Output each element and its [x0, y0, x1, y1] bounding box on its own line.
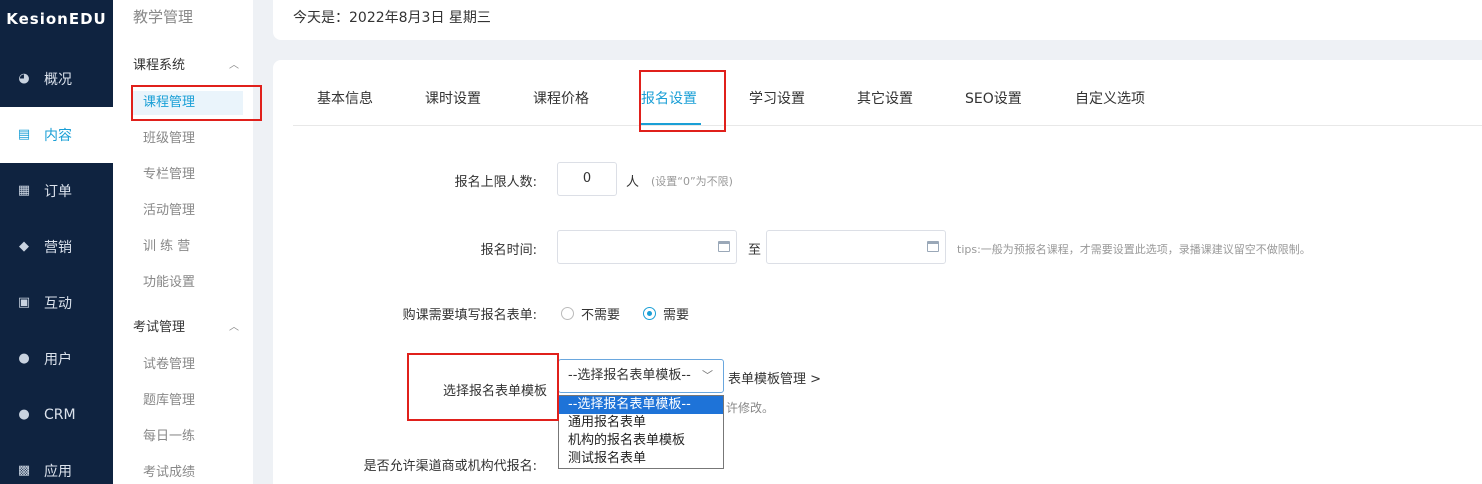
chevron-up-icon: ︿	[229, 59, 239, 71]
dropdown-option[interactable]: 测试报名表单	[559, 450, 723, 468]
calendar-icon	[718, 241, 730, 252]
dashboard-icon: ◕	[18, 71, 30, 86]
submenu-item-training-camp[interactable]: 训 练 营	[133, 235, 243, 259]
nav-label: 用户	[44, 352, 72, 368]
submenu-item-column-manage[interactable]: 专栏管理	[133, 163, 243, 187]
user-icon: ●	[18, 351, 30, 366]
dropdown-option[interactable]: --选择报名表单模板--	[559, 396, 723, 414]
radio-circle-checked	[643, 307, 656, 320]
tab-basic-info[interactable]: 基本信息	[317, 88, 373, 108]
apps-icon: ▩	[17, 463, 31, 478]
document-icon: ▤	[17, 127, 31, 142]
template-manage-link[interactable]: 表单模板管理 >	[728, 368, 821, 387]
submenu-title: 教学管理	[133, 8, 194, 26]
radio-circle	[561, 307, 574, 320]
group-course-system[interactable]: 课程系统 ︿	[133, 51, 239, 75]
chevron-down-icon: ﹀	[702, 369, 713, 382]
limit-note: (设置“0”为不限)	[651, 175, 733, 188]
nav-label: CRM	[44, 407, 76, 423]
tab-course-price[interactable]: 课程价格	[533, 88, 589, 108]
nav-item-content[interactable]: ▤ 内容	[0, 107, 113, 163]
order-icon: ▦	[17, 183, 31, 198]
dropdown-option[interactable]: 通用报名表单	[559, 414, 723, 432]
dropdown-option[interactable]: 机构的报名表单模板	[559, 432, 723, 450]
top-bar: 今天是：2022年8月3日 星期三	[273, 0, 1482, 40]
nav-label: 营销	[44, 240, 72, 256]
brand-logo: KesionEDU	[6, 10, 107, 28]
annotation-box-template-label	[407, 353, 559, 421]
nav-item-apps[interactable]: ▩ 应用	[0, 443, 113, 484]
nav-item-orders[interactable]: ▦ 订单	[0, 163, 113, 219]
nav-label: 订单	[44, 184, 72, 200]
radio-required[interactable]: 需要	[643, 304, 689, 323]
limit-unit: 人	[626, 175, 640, 190]
nav-item-crm[interactable]: ● CRM	[0, 387, 113, 443]
channel-label: 是否允许渠道商或机构代报名:	[363, 459, 537, 474]
annotation-box-enroll-tab	[639, 70, 726, 132]
tab-custom-options[interactable]: 自定义选项	[1075, 88, 1145, 108]
nav-label: 内容	[44, 128, 72, 144]
time-tips: tips:一般为预报名课程，才需要设置此选项，录播课建议留空不做限制。	[957, 243, 1311, 256]
annotation-box-course-manage	[131, 85, 262, 121]
submenu-item-daily-practice[interactable]: 每日一练	[133, 425, 243, 449]
limit-input[interactable]: 0	[557, 162, 617, 196]
nav-label: 应用	[44, 464, 72, 480]
submenu-item-activity-manage[interactable]: 活动管理	[133, 199, 243, 223]
need-form-label: 购课需要填写报名表单:	[402, 308, 537, 323]
crm-icon: ●	[18, 407, 30, 422]
nav-item-interaction[interactable]: ▣ 互动	[0, 275, 113, 331]
submenu-item-feature-settings[interactable]: 功能设置	[133, 271, 243, 295]
submenu-item-question-bank[interactable]: 题库管理	[133, 389, 243, 413]
radio-not-required[interactable]: 不需要	[561, 304, 620, 323]
nav-label: 互动	[44, 296, 72, 312]
nav-item-overview[interactable]: ◕ 概况	[0, 51, 113, 107]
start-date-input[interactable]	[557, 230, 737, 264]
tag-icon: ◆	[19, 239, 29, 254]
tab-seo-settings[interactable]: SEO设置	[965, 88, 1022, 108]
group-exam-manage[interactable]: 考试管理 ︿	[133, 313, 239, 337]
main-sidebar: KesionEDU ◕ 概况 ▤ 内容 ▦ 订单 ◆ 营销 ▣ 互动 ● 用户 …	[0, 0, 113, 484]
tab-lesson-settings[interactable]: 课时设置	[425, 88, 481, 108]
calendar-icon	[927, 241, 939, 252]
chat-icon: ▣	[17, 295, 31, 310]
nav-item-users[interactable]: ● 用户	[0, 331, 113, 387]
nav-item-marketing[interactable]: ◆ 营销	[0, 219, 113, 275]
tab-bar: 基本信息 课时设置 课程价格 报名设置 学习设置 其它设置 SEO设置 自定义选…	[293, 60, 1482, 126]
partial-note: 许修改。	[726, 401, 775, 415]
secondary-menu: 教学管理 课程系统 ︿ 课程管理 班级管理 专栏管理 活动管理 训 练 营 功能…	[113, 0, 253, 484]
template-dropdown: --选择报名表单模板-- 通用报名表单 机构的报名表单模板 测试报名表单	[558, 395, 724, 469]
time-separator: 至	[748, 243, 762, 258]
chevron-up-icon: ︿	[229, 321, 239, 333]
time-label: 报名时间:	[480, 243, 537, 258]
tab-other-settings[interactable]: 其它设置	[857, 88, 913, 108]
submenu-item-class-manage[interactable]: 班级管理	[133, 127, 243, 151]
end-date-input[interactable]	[766, 230, 946, 264]
submenu-item-paper-manage[interactable]: 试卷管理	[133, 353, 243, 377]
date-text: 今天是：2022年8月3日 星期三	[293, 10, 491, 26]
nav-label: 概况	[44, 72, 72, 88]
template-select[interactable]: --选择报名表单模板-- ﹀	[558, 359, 724, 393]
tab-study-settings[interactable]: 学习设置	[749, 88, 805, 108]
submenu-item-exam-scores[interactable]: 考试成绩	[133, 461, 243, 484]
limit-label: 报名上限人数:	[454, 175, 537, 190]
